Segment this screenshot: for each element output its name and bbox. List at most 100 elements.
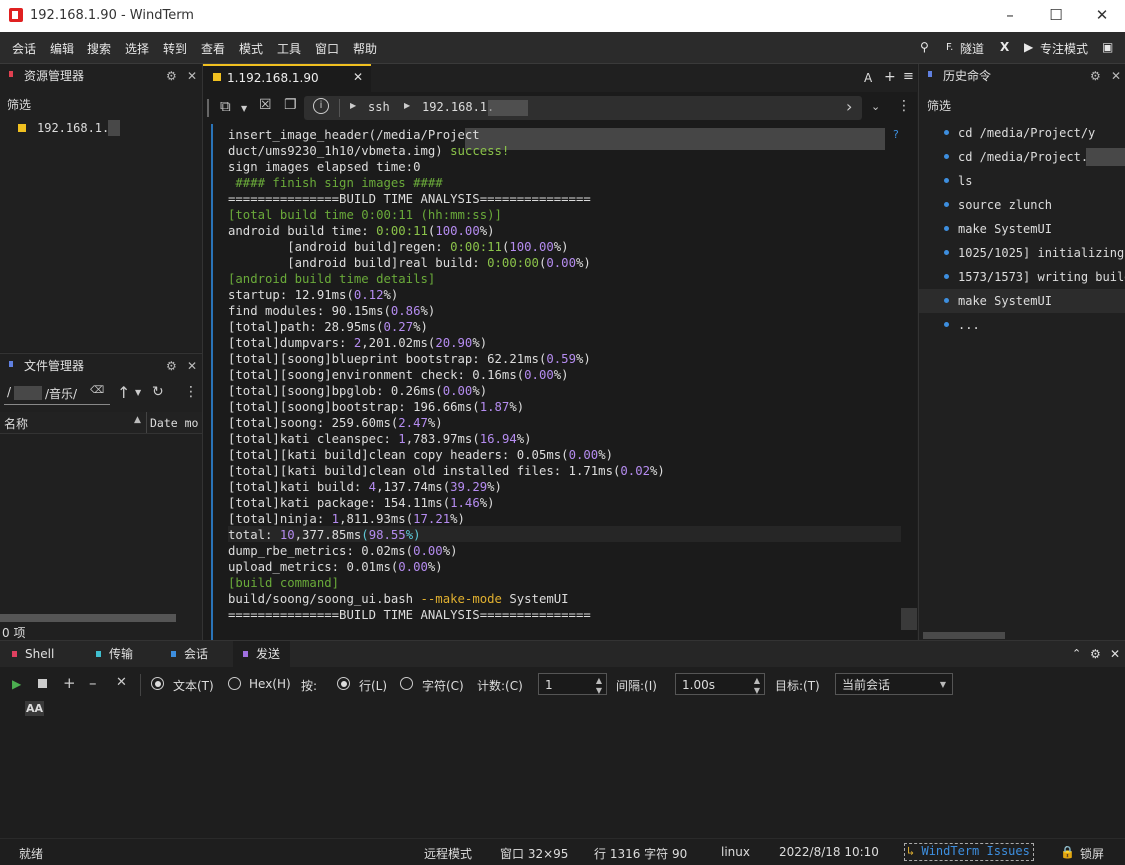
horizontal-scrollbar[interactable] [923, 632, 1005, 639]
gear-icon[interactable]: ⚙ [1090, 641, 1101, 667]
layout-icon[interactable]: ▣ [1102, 40, 1113, 54]
session-tab[interactable]: 1.192.168.1.90 ✕ [203, 64, 371, 92]
interval-stepper[interactable]: 1.00s ▲ ▼ [675, 673, 765, 695]
menu-edit[interactable]: 编辑 [50, 40, 74, 57]
history-item[interactable]: cd /media/Project. [944, 145, 1088, 169]
plus-icon[interactable]: + [884, 69, 896, 85]
title-bar: 192.168.1.90 - WindTerm – ☐ ✕ [0, 0, 1125, 32]
address-proto[interactable]: ssh [368, 100, 390, 114]
minimize-button[interactable]: – [987, 0, 1033, 32]
redaction-blur [1086, 148, 1125, 166]
chevron-up-icon[interactable]: ⌃ [1072, 641, 1081, 667]
col-name[interactable]: 名称 [4, 415, 28, 432]
more-icon[interactable]: ⋮ [897, 98, 911, 114]
menu-select[interactable]: 选择 [125, 40, 149, 57]
close-icon[interactable]: ✕ [187, 354, 197, 378]
maximize-button[interactable]: ☐ [1033, 0, 1079, 32]
target-select[interactable]: 当前会话 ▼ [835, 673, 953, 695]
stop-icon[interactable] [38, 679, 47, 688]
gear-icon[interactable]: ⚙ [1090, 64, 1101, 88]
tab-shell[interactable]: Shell [12, 641, 54, 667]
path-text: /音乐/ [45, 387, 78, 401]
close-icon[interactable]: ✕ [187, 64, 197, 88]
close-icon[interactable]: ✕ [1110, 641, 1120, 667]
filter-label[interactable]: 筛选 [927, 97, 951, 114]
more-icon[interactable]: ⋮ [184, 384, 198, 400]
status-position[interactable]: 行 1316 字符 90 [594, 845, 687, 862]
minus-icon[interactable]: – [89, 674, 97, 692]
issues-icon: ↳ [907, 844, 915, 858]
history-item[interactable]: make SystemUI [944, 217, 1052, 241]
terminal-line: [total]dumpvars: 2,201.02ms(20.90%) [228, 336, 488, 350]
tab-close-icon[interactable]: ✕ [353, 70, 363, 84]
count-stepper[interactable]: 1 ▲ ▼ [538, 673, 607, 695]
filter-label[interactable]: 筛选 [7, 96, 31, 113]
history-item[interactable]: make SystemUI [944, 289, 1052, 313]
history-item[interactable]: 1025/1025] initializing [944, 241, 1124, 265]
history-item[interactable]: ls [944, 169, 972, 193]
radio-char[interactable] [400, 677, 413, 691]
toolbar: ⧉ ▼ ☒ ❐ i ▶ ssh ▶ 192.168.1. › ⌄ ⋮ [203, 92, 917, 124]
chevron-down-icon[interactable]: ⌄ [871, 100, 880, 113]
tab-transfer[interactable]: 传输 [96, 641, 133, 667]
by-label: 按: [301, 679, 318, 693]
menu-window[interactable]: 窗口 [315, 40, 339, 57]
history-item[interactable]: source zlunch [944, 193, 1052, 217]
menu-session[interactable]: 会话 [12, 40, 36, 57]
close-icon[interactable]: ✕ [116, 675, 127, 690]
gear-icon[interactable]: ⚙ [166, 354, 177, 378]
status-os[interactable]: linux [721, 845, 750, 859]
col-date[interactable]: Date mo [150, 416, 198, 430]
focus-mode-button[interactable]: 专注模式 [1040, 40, 1088, 57]
close-icon[interactable]: ✕ [1111, 64, 1121, 88]
status-mode[interactable]: 远程模式 [424, 845, 472, 862]
chevron-right-icon[interactable]: › [846, 97, 852, 116]
history-item[interactable]: ... [944, 313, 980, 337]
radio-hex[interactable] [228, 677, 241, 691]
focus-icon: ▶ [1024, 40, 1034, 54]
count-value: 1 [545, 678, 553, 692]
search-icon[interactable]: ⚲ [920, 40, 929, 54]
lock-screen-button[interactable]: 锁屏 [1080, 845, 1104, 862]
info-icon[interactable]: i [313, 98, 329, 114]
history-item[interactable]: 1573/1573] writing build [944, 265, 1125, 289]
chevron-down-icon[interactable]: ▼ [135, 388, 141, 397]
host-item[interactable]: 192.168.1. [37, 121, 109, 135]
gear-icon[interactable]: ⚙ [166, 64, 177, 88]
up-icon[interactable]: ↑ [117, 383, 130, 402]
terminal-line: [total][soong]bpglob: 0.26ms(0.00%) [228, 384, 488, 398]
menu-tools[interactable]: 工具 [277, 40, 301, 57]
close-session-icon[interactable]: ☒ [259, 97, 272, 113]
tunnel-button[interactable]: 隧道 [960, 40, 984, 57]
play-icon[interactable]: ▶ [12, 677, 21, 691]
chevron-down-icon[interactable]: ▼ [241, 104, 247, 113]
clear-icon[interactable]: ⌫ [90, 385, 104, 396]
menu-goto[interactable]: 转到 [163, 40, 187, 57]
duplicate-icon[interactable]: ❐ [284, 97, 297, 113]
window-title: 192.168.1.90 - WindTerm [30, 8, 194, 23]
address-host[interactable]: 192.168.1. [422, 100, 494, 114]
horizontal-scrollbar[interactable] [0, 614, 176, 622]
issues-link[interactable]: ↳ WindTerm Issues [904, 843, 1034, 861]
radio-line[interactable] [337, 677, 350, 691]
tab-send[interactable]: 发送 [233, 641, 291, 667]
status-window-size[interactable]: 窗口 32×95 [500, 845, 568, 862]
tab-session[interactable]: 会话 [171, 641, 208, 667]
plus-icon[interactable]: + [63, 674, 76, 692]
menu-view[interactable]: 查看 [201, 40, 225, 57]
path-input[interactable]: / /音乐/ ⌫ [4, 384, 110, 405]
menu-mode[interactable]: 模式 [239, 40, 263, 57]
history-item[interactable]: cd /media/Project/y [944, 121, 1095, 145]
refresh-icon[interactable]: ↻ [152, 384, 164, 400]
tabs-menu-icon[interactable]: ≡ [903, 69, 914, 84]
menu-help[interactable]: 帮助 [353, 40, 377, 57]
terminal-line: startup: 12.91ms(0.12%) [228, 288, 399, 302]
address-bar[interactable]: i ▶ ssh ▶ 192.168.1. › [304, 96, 862, 120]
x-icon[interactable]: X [1000, 40, 1009, 54]
menu-search[interactable]: 搜索 [87, 40, 111, 57]
lock-icon: 🔒 [1060, 845, 1075, 859]
radio-text[interactable] [151, 677, 164, 691]
close-window-button[interactable]: ✕ [1079, 0, 1125, 32]
new-session-icon[interactable]: ⧉ [220, 97, 231, 115]
font-button[interactable]: A [864, 71, 872, 85]
